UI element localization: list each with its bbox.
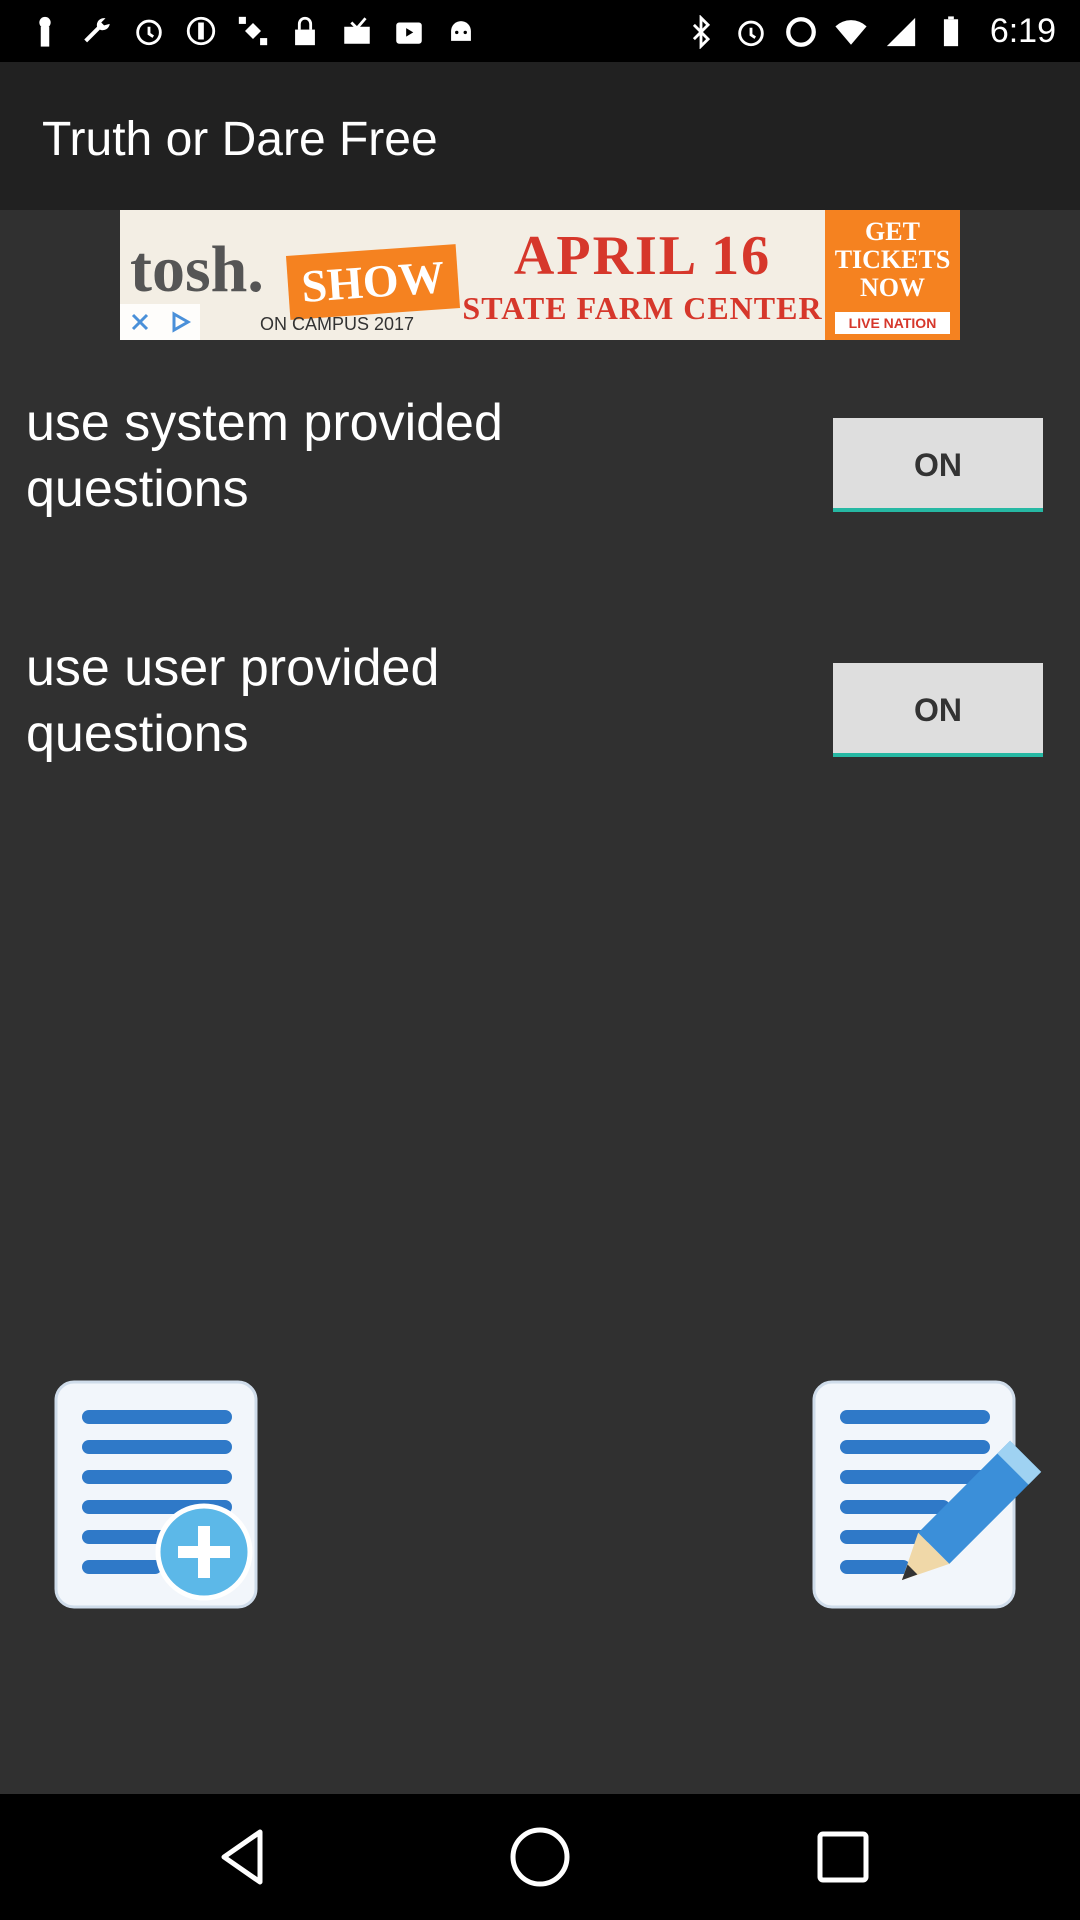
lock-icon xyxy=(295,16,315,46)
status-bar: 6:19 xyxy=(0,0,1080,62)
ad-cta[interactable]: GET TICKETS NOW xyxy=(825,210,960,302)
edit-question-list-icon xyxy=(812,1380,1042,1609)
battery-icon xyxy=(943,15,958,46)
satellite-icon xyxy=(238,16,268,46)
home-icon[interactable] xyxy=(507,1824,573,1890)
ad-banner[interactable]: tosh. SHOW ON CAMPUS 2017 APRIL 16 STATE… xyxy=(120,210,960,340)
ad-event-info: APRIL 16 STATE FARM CENTER xyxy=(460,210,825,340)
ad-venue: STATE FARM CENTER xyxy=(462,290,823,326)
navigation-bar xyxy=(0,1794,1080,1920)
wrench-icon xyxy=(84,18,110,43)
ad-brand-accent: SHOW xyxy=(285,244,461,320)
system-icons: 6:19 xyxy=(684,12,1056,51)
ad-brand: tosh. xyxy=(130,233,264,306)
clock: 6:19 xyxy=(989,12,1056,50)
edit-question-button[interactable] xyxy=(812,1380,1042,1610)
close-icon[interactable] xyxy=(128,310,152,334)
ad-controls xyxy=(120,304,200,340)
task-icon xyxy=(344,17,370,44)
add-question-button[interactable] xyxy=(54,1380,264,1610)
system-questions-toggle[interactable]: ON xyxy=(833,418,1043,512)
fake-gps-icon xyxy=(186,16,216,46)
app-bar: Truth or Dare Free xyxy=(0,62,1080,210)
add-question-list-icon xyxy=(54,1380,258,1609)
bluetooth-icon xyxy=(692,14,710,49)
signal-icon xyxy=(886,17,915,46)
ad-cta-area[interactable]: GET TICKETS NOW LIVE NATION xyxy=(825,210,960,340)
setting-label: use system provided questions xyxy=(26,394,503,518)
ad-badge: LIVE NATION xyxy=(835,312,950,334)
user-questions-toggle[interactable]: ON xyxy=(833,663,1043,757)
recent-apps-icon[interactable] xyxy=(810,1824,876,1890)
alarm-icon xyxy=(738,20,764,46)
page-title: Truth or Dare Free xyxy=(42,113,438,166)
ad-choices-icon[interactable] xyxy=(168,310,192,334)
back-icon[interactable] xyxy=(210,1824,276,1890)
notification-icons xyxy=(28,14,478,48)
wifi-icon xyxy=(835,19,867,45)
android-icon xyxy=(451,21,471,41)
keyhole-icon xyxy=(39,16,51,47)
play-store-icon xyxy=(396,22,422,44)
ad-date: APRIL 16 xyxy=(513,225,772,287)
alarm-icon xyxy=(136,19,162,46)
setting-label: use user provided questions xyxy=(26,639,440,763)
ad-subtext: ON CAMPUS 2017 xyxy=(260,314,415,334)
data-saver-icon xyxy=(785,16,816,47)
